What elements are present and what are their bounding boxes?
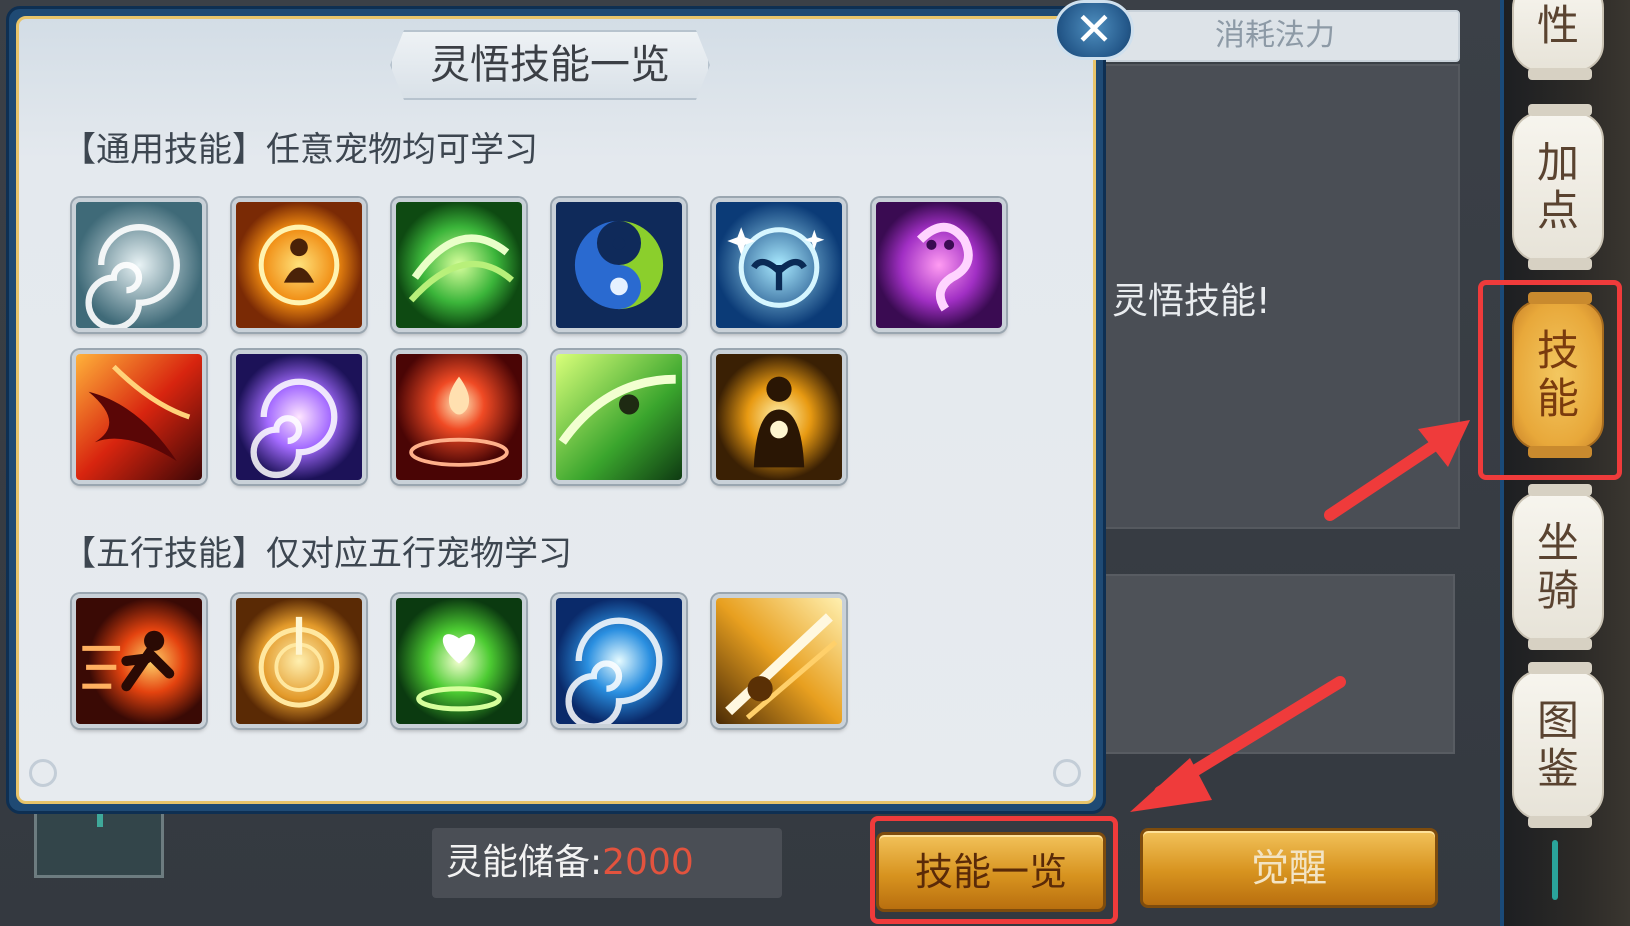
corner-ornament-icon (29, 759, 57, 787)
arrow-to-skills-button-icon (1130, 676, 1346, 812)
tab-mount[interactable]: 坐骑 (1512, 484, 1604, 650)
cost-header: 消耗法力 (1090, 10, 1460, 62)
crimson-wing-skill-icon[interactable] (72, 350, 206, 484)
green-heart-skill-icon[interactable] (392, 594, 526, 728)
corner-ornament-icon (1053, 759, 1081, 787)
golden-power-skill-icon[interactable] (712, 350, 846, 484)
skill-message: 灵悟技能! (1112, 281, 1271, 322)
water-whirlpool-skill-icon[interactable] (552, 594, 686, 728)
element-skills-heading: 【五行技能】仅对应五行宠物学习 (62, 534, 572, 574)
golden-aura-skill-icon[interactable] (232, 198, 366, 332)
purple-spirit-skill-icon[interactable] (872, 198, 1006, 332)
green-vortex-skill-icon[interactable] (392, 198, 526, 332)
awaken-button[interactable]: 觉醒 (1140, 828, 1438, 908)
dialog-title: 灵悟技能一览 (390, 30, 710, 100)
blue-sprout-skill-icon[interactable] (712, 198, 846, 332)
tab-mount-label: 坐骑 (1536, 518, 1579, 615)
close-button[interactable]: ✕ (1054, 0, 1134, 60)
green-dash-skill-icon[interactable] (552, 350, 686, 484)
tab-add-points-label: 加点 (1536, 138, 1579, 235)
reserve-label: 灵能储备: (446, 842, 603, 883)
violet-swirl-skill-icon[interactable] (232, 350, 366, 484)
tab-attributes[interactable]: 性 (1512, 0, 1604, 80)
tab-add-points[interactable]: 加点 (1512, 104, 1604, 270)
tab-codex[interactable]: 图鉴 (1512, 662, 1604, 828)
highlight-skills-tab (1478, 280, 1622, 480)
energy-reserve: 灵能储备:2000 (432, 828, 782, 898)
tab-codex-label: 图鉴 (1536, 696, 1579, 793)
highlight-skills-button (870, 816, 1118, 924)
tab-attributes-label: 性 (1536, 1, 1579, 50)
tassel-ornament (1552, 840, 1558, 900)
golden-rune-skill-icon[interactable] (232, 594, 366, 728)
red-flame-skill-icon[interactable] (392, 350, 526, 484)
fire-rush-skill-icon[interactable] (72, 594, 206, 728)
general-skills-heading: 【通用技能】任意宠物均可学习 (62, 130, 538, 170)
yin-yang-skill-icon[interactable] (552, 198, 686, 332)
reserve-value: 2000 (602, 842, 694, 883)
golden-strike-skill-icon[interactable] (712, 594, 846, 728)
arrow-to-skills-tab-icon (1324, 420, 1470, 521)
whirlwind-skill-icon[interactable] (72, 198, 206, 332)
